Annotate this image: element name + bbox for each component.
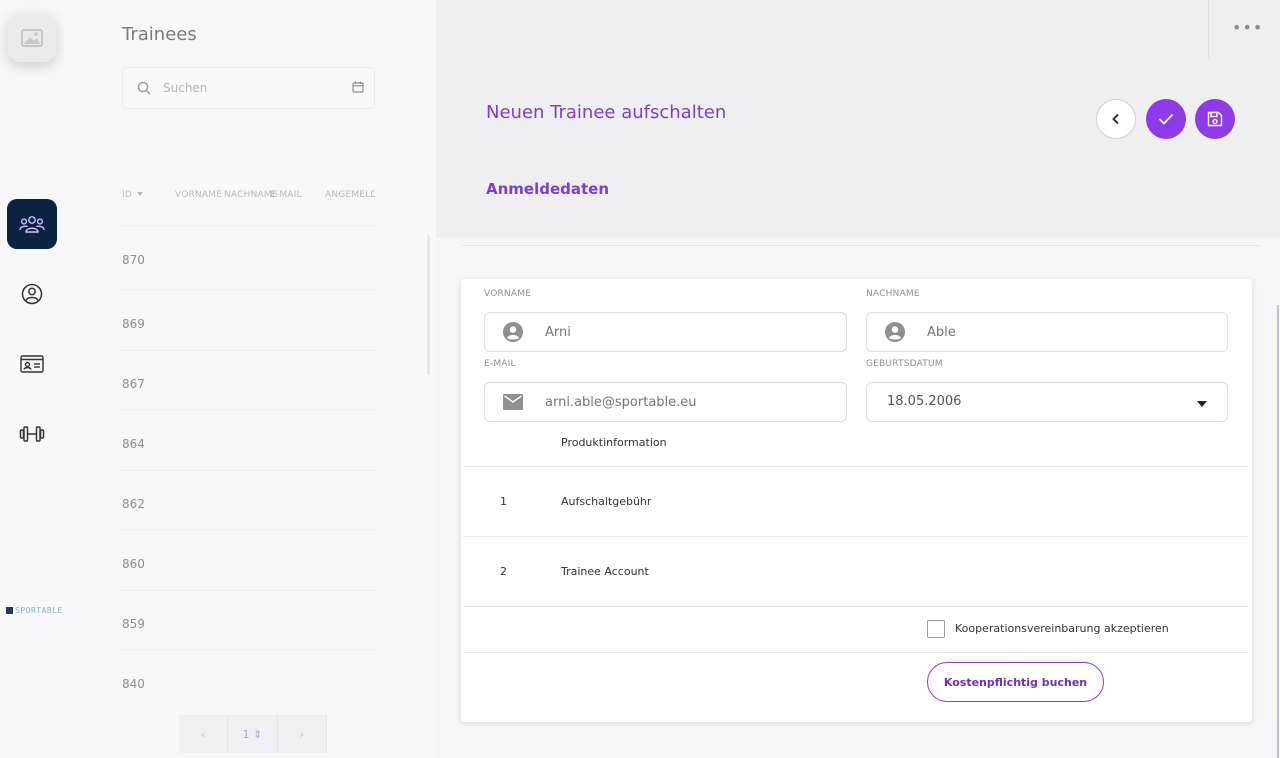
row-id: 859 [122, 617, 145, 631]
icon-rail: SPORTABLE [0, 0, 64, 758]
registration-card: VORNAME NACHNAME E-MAIL GEBURTSDATUM 18.… [461, 279, 1252, 722]
avatar[interactable] [8, 14, 56, 62]
product-table-header: Produktinformation [561, 436, 667, 449]
more-menu-button[interactable]: ••• [1232, 18, 1263, 37]
caret-down-icon [1197, 401, 1207, 407]
trainee-list: 870 869 867 864 862 860 859 840 [122, 180, 375, 710]
save-button[interactable] [1195, 99, 1235, 139]
row-id: 862 [122, 497, 145, 511]
brand-mark-icon [6, 607, 13, 614]
table-row[interactable]: 840 [122, 650, 375, 710]
floppy-disk-icon [1207, 111, 1223, 127]
user-circle-icon [885, 322, 905, 342]
table-row[interactable]: 869 [122, 290, 375, 350]
search-icon [137, 81, 151, 95]
search-box [122, 67, 375, 109]
mail-icon [503, 394, 523, 410]
email-input[interactable] [545, 383, 825, 421]
lastname-label: NACHNAME [866, 289, 920, 299]
book-button[interactable]: Kostenpflichtig buchen [927, 662, 1104, 702]
table-row[interactable]: 867 [122, 350, 375, 410]
search-input[interactable] [163, 68, 343, 108]
id-card-icon [20, 355, 44, 373]
row-id: 840 [122, 677, 145, 691]
divider [463, 606, 1248, 607]
row-id: 870 [122, 253, 145, 267]
prev-page-button[interactable]: ‹ [179, 715, 229, 753]
brand-logo: SPORTABLE [6, 606, 63, 615]
birthdate-label: GEBURTSDATUM [866, 359, 943, 369]
table-row[interactable]: 864 [122, 410, 375, 470]
lastname-field [866, 312, 1228, 352]
email-field [484, 382, 847, 422]
check-icon [1158, 113, 1174, 125]
firstname-label: VORNAME [484, 289, 532, 299]
agreement-checkbox[interactable] [927, 620, 945, 638]
pagination: ‹ 1 ⇕ › [179, 715, 327, 753]
product-row-name: Trainee Account [561, 565, 649, 578]
back-button[interactable] [1096, 99, 1136, 139]
trainee-list-panel: Trainees ID VORNAME NACHNAME E-MAIL ANGE… [64, 0, 436, 758]
next-page-button[interactable]: › [277, 715, 327, 753]
firstname-field [484, 312, 847, 352]
calendar-icon[interactable] [352, 81, 364, 93]
user-circle-icon [21, 283, 43, 305]
confirm-button[interactable] [1146, 99, 1186, 139]
dumbbell-icon [19, 426, 45, 442]
nav-idcard-button[interactable] [7, 339, 57, 389]
row-id: 864 [122, 437, 145, 451]
table-row[interactable]: 860 [122, 530, 375, 590]
list-scrollbar[interactable] [427, 235, 430, 375]
product-row-number: 1 [500, 495, 507, 508]
product-row-name: Aufschaltgebühr [561, 495, 652, 508]
users-icon [19, 216, 45, 233]
header-divider [462, 245, 1260, 246]
row-id: 867 [122, 377, 145, 391]
section-title: Anmeldedaten [486, 180, 610, 198]
chevron-left-icon [1112, 113, 1119, 125]
agreement-label[interactable]: Kooperationsvereinbarung akzeptieren [955, 622, 1169, 635]
main-scrollbar[interactable] [1277, 305, 1279, 758]
list-title: Trainees [122, 24, 197, 45]
page-title: Neuen Trainee aufschalten [486, 102, 727, 123]
row-id: 860 [122, 557, 145, 571]
row-id: 869 [122, 317, 145, 331]
user-circle-icon [503, 322, 523, 342]
image-placeholder-icon [21, 29, 43, 47]
topbar-divider [1208, 0, 1209, 58]
table-row[interactable]: 859 [122, 590, 375, 650]
nav-training-button[interactable] [7, 409, 57, 459]
brand-text: SPORTABLE [15, 606, 63, 615]
nav-trainees-button[interactable] [7, 199, 57, 249]
table-row[interactable]: 870 [122, 226, 375, 286]
divider [463, 466, 1248, 467]
nav-profile-button[interactable] [7, 269, 57, 319]
email-label: E-MAIL [484, 359, 516, 369]
table-row[interactable]: 862 [122, 470, 375, 530]
birthdate-value: 18.05.2006 [887, 394, 962, 409]
product-row-number: 2 [500, 565, 507, 578]
lastname-input[interactable] [927, 313, 1207, 351]
page-select[interactable]: 1 ⇕ [228, 715, 278, 753]
firstname-input[interactable] [545, 313, 825, 351]
divider [463, 652, 1248, 653]
birthdate-select[interactable]: 18.05.2006 [866, 382, 1228, 422]
divider [463, 536, 1248, 537]
